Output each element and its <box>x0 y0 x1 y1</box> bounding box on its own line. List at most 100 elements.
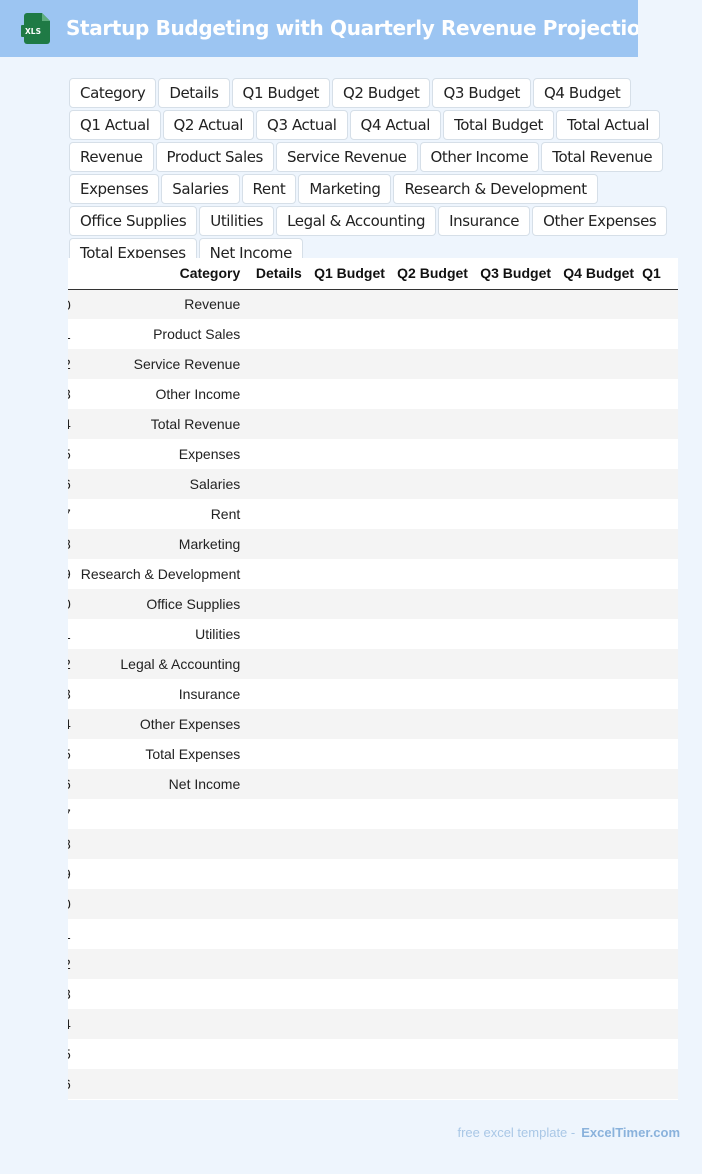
column-tag[interactable]: Q2 Actual <box>162 110 255 140</box>
value-cell <box>392 709 476 739</box>
column-tag[interactable]: Q2 Budget <box>332 78 431 108</box>
column-tag[interactable]: Q1 Actual <box>69 110 161 140</box>
value-cell <box>475 949 560 979</box>
category-label: Office Supplies <box>146 596 241 612</box>
data-table: Category Details Q1 Budget Q2 Budget Q3 Budg… <box>68 258 678 1100</box>
value-cell <box>559 1009 643 1039</box>
table-row: 3 Insurance <box>68 679 678 709</box>
category-cell: 1 <box>68 919 249 949</box>
value-cell <box>475 769 560 799</box>
value-cell <box>248 1039 310 1069</box>
value-cell <box>309 919 393 949</box>
table-row: 5 <box>68 1039 678 1069</box>
column-tag[interactable]: Revenue <box>69 142 154 172</box>
column-tag[interactable]: Other Expenses <box>532 206 668 236</box>
column-tag[interactable]: Research & Development <box>393 174 598 204</box>
column-tag[interactable]: Total Budget <box>443 110 555 140</box>
row-index: 2 <box>68 649 71 679</box>
column-tag[interactable]: Q3 Budget <box>432 78 531 108</box>
value-cell <box>475 499 560 529</box>
column-tag[interactable]: Utilities <box>199 206 275 236</box>
row-index: 6 <box>68 1069 71 1099</box>
column-tag[interactable]: Q4 Actual <box>349 110 442 140</box>
value-cell <box>642 289 678 319</box>
value-cell <box>392 379 476 409</box>
row-index: 3 <box>68 979 71 1009</box>
value-cell <box>309 469 393 499</box>
value-cell <box>309 349 393 379</box>
column-tag[interactable]: Details <box>158 78 230 108</box>
column-tag[interactable]: Q4 Budget <box>532 78 632 108</box>
value-cell <box>475 289 560 319</box>
category-cell: 4 Other Expenses <box>68 709 249 739</box>
value-cell <box>392 559 476 589</box>
value-cell <box>559 739 643 769</box>
value-cell <box>309 649 393 679</box>
column-tag[interactable]: Marketing <box>298 174 392 204</box>
category-cell: 5 Total Expenses <box>68 739 249 769</box>
column-tag[interactable]: Office Supplies <box>69 206 198 236</box>
value-cell <box>248 619 310 649</box>
column-tag[interactable]: Salaries <box>161 174 240 204</box>
value-cell <box>248 799 310 829</box>
footer-brand-link[interactable]: ExcelTimer.com <box>581 1125 680 1140</box>
value-cell <box>559 919 643 949</box>
column-tag-list: Category Details Q1 Budget Q2 Budget Q3 Budg… <box>69 78 689 268</box>
value-cell <box>309 589 393 619</box>
value-cell <box>392 859 476 889</box>
column-tag[interactable]: Q1 Budget <box>231 78 330 108</box>
value-cell <box>642 439 678 469</box>
value-cell <box>642 409 678 439</box>
column-tag[interactable]: Service Revenue <box>275 142 418 172</box>
column-tag[interactable]: Total Revenue <box>541 142 664 172</box>
value-cell <box>392 679 476 709</box>
value-cell <box>475 859 560 889</box>
column-tag[interactable]: Category <box>69 78 157 108</box>
column-tag[interactable]: Rent <box>241 174 297 204</box>
value-cell <box>248 409 310 439</box>
footer-credit: free excel template - ExcelTimer.com <box>457 1125 680 1140</box>
value-cell <box>559 799 643 829</box>
category-cell: 4 Total Revenue <box>68 409 249 439</box>
value-cell <box>392 949 476 979</box>
column-tag[interactable]: Insurance <box>438 206 531 236</box>
value-cell <box>642 979 678 1009</box>
value-cell <box>309 979 393 1009</box>
value-cell <box>248 289 310 319</box>
category-cell: 1 Product Sales <box>68 319 249 349</box>
column-tag[interactable]: Product Sales <box>155 142 274 172</box>
column-tag[interactable]: Other Income <box>419 142 540 172</box>
value-cell <box>248 889 310 919</box>
category-label: Service Revenue <box>133 356 241 372</box>
category-label: Insurance <box>178 686 241 702</box>
value-cell <box>475 679 560 709</box>
value-cell <box>559 679 643 709</box>
row-index: 0 <box>68 589 71 619</box>
column-header: Q2 Budget <box>392 258 476 290</box>
row-index: 0 <box>68 290 71 320</box>
column-tag[interactable]: Legal & Accounting <box>276 206 437 236</box>
value-cell <box>248 979 310 1009</box>
value-cell <box>642 469 678 499</box>
column-tag[interactable]: Expenses <box>69 174 160 204</box>
category-cell: 6 <box>68 1069 249 1099</box>
value-cell <box>475 319 560 349</box>
value-cell <box>248 709 310 739</box>
column-tag[interactable]: Total Actual <box>556 110 661 140</box>
value-cell <box>559 499 643 529</box>
value-cell <box>392 739 476 769</box>
value-cell <box>309 679 393 709</box>
category-label: Revenue <box>184 296 241 313</box>
row-index: 9 <box>68 559 71 589</box>
value-cell <box>392 829 476 859</box>
table-row: 0 Revenue <box>68 289 678 319</box>
value-cell <box>475 1069 560 1099</box>
value-cell <box>475 439 560 469</box>
category-label: Utilities <box>195 626 241 642</box>
column-tag[interactable]: Q3 Actual <box>256 110 348 140</box>
value-cell <box>248 319 310 349</box>
category-label: Total Expenses <box>145 746 241 762</box>
value-cell <box>392 319 476 349</box>
value-cell <box>642 859 678 889</box>
category-cell: 2 Legal & Accounting <box>68 649 249 679</box>
